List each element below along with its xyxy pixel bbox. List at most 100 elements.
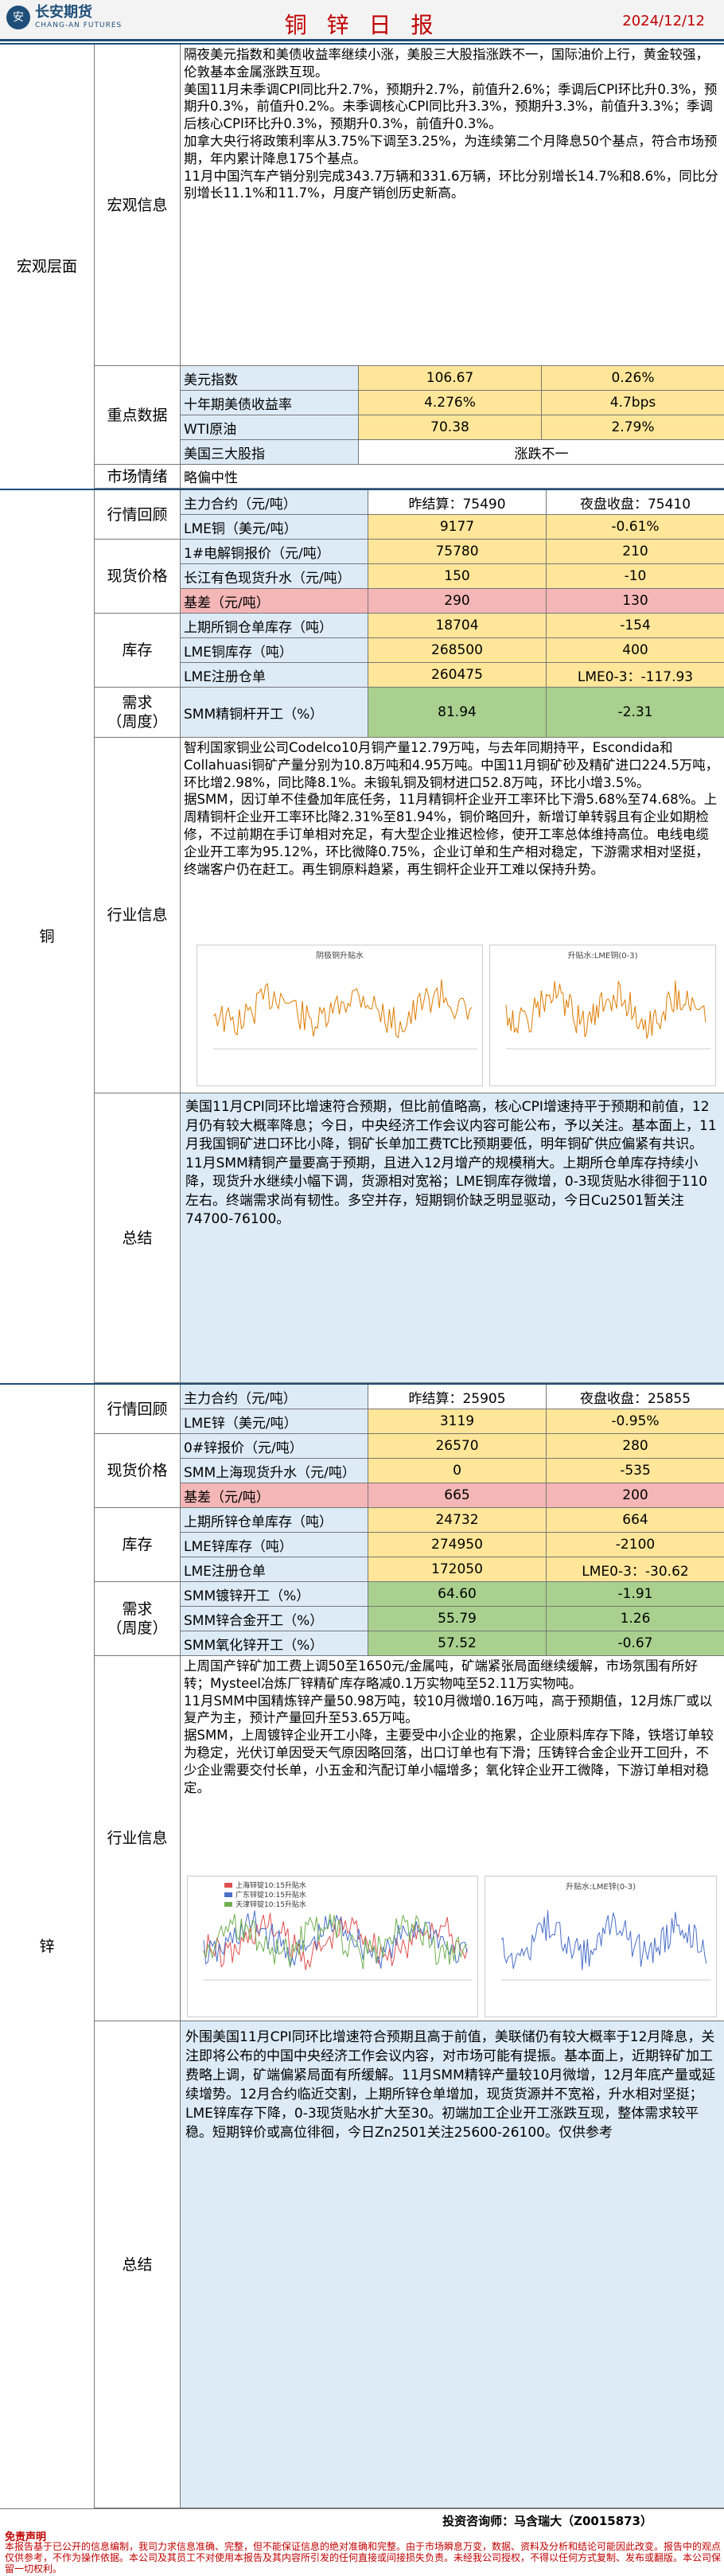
table-cell: 24732 — [368, 1508, 546, 1533]
zn-premium-chart-svg: 上海锌锭10:15升贴水广东锌锭10:15升贴水天津锌锭10:15升贴水 — [203, 1880, 473, 1981]
table-cell: 2.79% — [541, 415, 724, 440]
table-cell: 268500 — [368, 638, 546, 663]
table-cell: 400 — [546, 638, 724, 663]
chart-title: 阴极铜升贴水 — [316, 950, 364, 961]
table-cell: LME锌库存（吨） — [180, 1533, 368, 1557]
table-cell: 涨跌不一 — [358, 440, 724, 465]
sentiment-label: 市场情绪 — [94, 465, 180, 489]
chart-series-line — [500, 1910, 707, 1970]
table-cell: SMM上海现货升水（元/吨） — [180, 1459, 368, 1483]
zinc-section-label: 锌 — [39, 1938, 55, 1955]
zn-stock-label: 库存 — [94, 1508, 180, 1582]
cu-premium-chart-svg: 阴极铜升贴水 — [212, 950, 477, 1050]
legend-label: 上海锌锭10:15升贴水 — [235, 1880, 306, 1890]
legend-swatch — [224, 1883, 232, 1888]
cu-stock-label: 库存 — [94, 614, 180, 688]
table-cell: 1#电解铜报价（元/吨） — [180, 540, 368, 564]
cu-lme-spread-chart-svg: 升贴水:LME铜(0-3) — [505, 950, 710, 1050]
legend-swatch — [224, 1892, 232, 1897]
zn-spot-label: 现货价格 — [94, 1434, 180, 1508]
table-cell: 1.26 — [546, 1607, 724, 1631]
cu-demand-label: 需求 （周度） — [94, 688, 180, 738]
cu-industry-cell: 智利国家铜业公司Codelco10月铜产量12.79万吨，与去年同期持平，Esc… — [180, 738, 724, 1093]
table-cell: -0.95% — [546, 1409, 724, 1434]
table-cell: 106.67 — [358, 366, 541, 391]
zn-summary-label: 总结 — [94, 2021, 180, 2508]
cu-lme-spread-chart: 升贴水:LME铜(0-3) — [489, 945, 716, 1086]
cu-industry-text: 智利国家铜业公司Codelco10月铜产量12.79万吨，与去年同期持平，Esc… — [184, 740, 719, 877]
table-cell: 57.52 — [368, 1631, 546, 1656]
table-cell: 夜盘收盘：75410 — [546, 490, 724, 515]
macro-section: 宏观层面 宏观信息 隔夜美元指数和美债收益率继续小涨，美股三大股指涨跌不一，国际… — [0, 43, 724, 489]
table-cell: -535 — [546, 1459, 724, 1483]
table-cell: 260475 — [368, 663, 546, 688]
copper-section-label: 铜 — [39, 928, 55, 945]
chart-series-line — [212, 979, 473, 1039]
footer: 投资咨询师：马含瑞大（Z0015873） 免责声明 本报告基于已公开的信息编制，… — [0, 2508, 724, 2576]
copper-section: 铜 行情回顾 现货价格 库存 需求 （周度） 主力合约（元/吨） 昨结算：7549… — [0, 489, 724, 1383]
analyst-contact: 投资咨询师：马含瑞大（Z0015873） — [442, 2514, 652, 2528]
table-cell: 200 — [546, 1483, 724, 1508]
table-cell: 上期所铜仓单库存（吨） — [180, 614, 368, 638]
report-header: 安 长安期货 CHANG-AN FUTURES 铜 锌 日 报 2024/12/… — [0, 0, 724, 41]
table-cell: -1.91 — [546, 1582, 724, 1607]
zn-lme-spread-chart: 升贴水:LME锌(0-3) — [485, 1876, 717, 2017]
table-cell: 172050 — [368, 1557, 546, 1582]
cu-data-table: 主力合约（元/吨） 昨结算：75490 夜盘收盘：75410 LME铜（美元/吨） 91… — [180, 490, 724, 738]
table-cell: -154 — [546, 614, 724, 638]
cu-summary-text: 美国11月CPI同环比增速符合预期，但比前值略高，核心CPI增速持平于预期和前值… — [180, 1093, 724, 1383]
table-cell: -10 — [546, 564, 724, 589]
cu-summary-label: 总结 — [94, 1093, 180, 1383]
zn-premium-chart: 上海锌锭10:15升贴水 广东锌锭10:15升贴水 天津锌锭10:15升贴水 — [187, 1876, 478, 2017]
table-cell: 基差（元/吨） — [180, 589, 368, 614]
zn-lme-spread-chart-svg: 升贴水:LME锌(0-3) — [500, 1881, 711, 1981]
table-cell: 665 — [368, 1483, 546, 1508]
zn-demand-label: 需求 （周度） — [94, 1582, 180, 1656]
table-cell: 9177 — [368, 515, 546, 540]
table-cell: 主力合约（元/吨） — [180, 1385, 368, 1409]
table-cell: 昨结算：25905 — [368, 1385, 546, 1409]
chart-series-line — [505, 980, 706, 1039]
table-cell: SMM锌合金开工（%） — [180, 1607, 368, 1631]
legend-swatch — [224, 1902, 232, 1907]
table-cell: 150 — [368, 564, 546, 589]
zinc-section: 锌 行情回顾 现货价格 库存 需求 （周度） 主力合约（元/吨） 昨结算：2590… — [0, 1383, 724, 2508]
table-cell: -2.31 — [546, 688, 724, 738]
zn-industry-text: 上周国产锌矿加工费上调50至1650元/金属吨，矿端紧张局面继续缓解，市场氛围有… — [184, 1658, 714, 1795]
macro-info-text: 隔夜美元指数和美债收益率继续小涨，美股三大股指涨跌不一，国际油价上行，黄金较强，… — [180, 45, 724, 366]
macro-info-label: 宏观信息 — [94, 45, 180, 366]
zn-industry-label: 行业信息 — [94, 1656, 180, 2021]
table-cell: 0 — [368, 1459, 546, 1483]
chart-title: 升贴水:LME锌(0-3) — [566, 1881, 636, 1892]
table-cell: 81.94 — [368, 688, 546, 738]
table-cell: LME锌（美元/吨） — [180, 1409, 368, 1434]
table-cell: 美元指数 — [180, 366, 358, 391]
key-data-table: 美元指数 106.67 0.26% 十年期美债收益率 4.276% 4.7bps WTI原油… — [180, 366, 724, 465]
zn-data-table: 主力合约（元/吨） 昨结算：25905 夜盘收盘：25855 LME锌（美元/吨） 31… — [180, 1385, 724, 1656]
table-cell: LME铜（美元/吨） — [180, 515, 368, 540]
table-cell: 主力合约（元/吨） — [180, 490, 368, 515]
table-cell: 上期所锌仓单库存（吨） — [180, 1508, 368, 1533]
table-cell: 210 — [546, 540, 724, 564]
zn-market-label: 行情回顾 — [94, 1385, 180, 1434]
table-cell: WTI原油 — [180, 415, 358, 440]
zn-summary-text: 外围美国11月CPI同环比增速符合预期且高于前值，美联储仍有较大概率于12月降息… — [180, 2021, 724, 2508]
cu-market-label: 行情回顾 — [94, 490, 180, 540]
legend-label: 广东锌锭10:15升贴水 — [235, 1890, 306, 1900]
table-cell: 4.7bps — [541, 391, 724, 415]
report-title: 铜 锌 日 报 — [284, 12, 440, 38]
table-cell: -0.61% — [546, 515, 724, 540]
report-date: 2024/12/12 — [622, 13, 705, 29]
table-cell: LME0-3：-30.62 — [546, 1557, 724, 1582]
table-cell: 长江有色现货升水（元/吨） — [180, 564, 368, 589]
key-data-label: 重点数据 — [94, 366, 180, 465]
sentiment-value: 略偏中性 — [180, 465, 724, 489]
table-cell: 0.26% — [541, 366, 724, 391]
table-cell: 0#锌报价（元/吨） — [180, 1434, 368, 1459]
table-cell: 130 — [546, 589, 724, 614]
disclaimer-text: 本报告基于已公开的信息编制，我司力求信息准确、完整，但不能保证信息的绝对准确和完… — [5, 2541, 722, 2574]
table-cell: 75780 — [368, 540, 546, 564]
table-cell: 夜盘收盘：25855 — [546, 1385, 724, 1409]
table-cell: -0.67 — [546, 1631, 724, 1656]
legend-label: 天津锌锭10:15升贴水 — [235, 1900, 306, 1909]
